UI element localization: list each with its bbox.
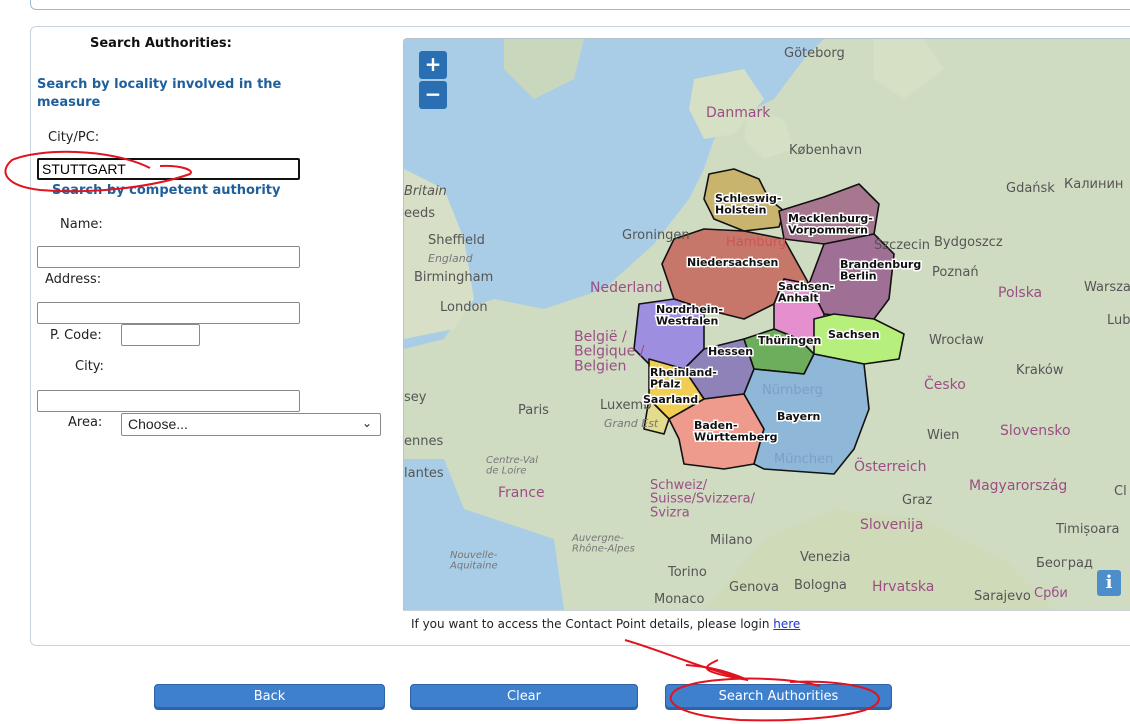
name-label: Name: bbox=[60, 217, 103, 232]
label-danmark: Danmark bbox=[706, 105, 771, 121]
label-hrvatska: Hrvatska bbox=[872, 579, 934, 595]
address-input[interactable] bbox=[37, 302, 300, 324]
section-locality-title: Search by locality involved in the measu… bbox=[37, 77, 282, 110]
label-groningen: Groningen bbox=[622, 228, 690, 243]
zoom-out-button[interactable]: − bbox=[419, 81, 447, 109]
pcode-label: P. Code: bbox=[50, 328, 102, 343]
label-srbija: Срби bbox=[1034, 586, 1068, 601]
label-goteborg: Göteborg bbox=[784, 46, 845, 61]
label-lublin: Lubl bbox=[1107, 313, 1130, 328]
label-milano: Milano bbox=[710, 533, 753, 548]
label-osterreich: Österreich bbox=[854, 457, 926, 475]
label-poznan: Poznań bbox=[932, 265, 979, 280]
map-footer-text: If you want to access the Contact Point … bbox=[411, 617, 774, 631]
label-nederland: Nederland bbox=[590, 280, 663, 296]
label-sheffield: Sheffield bbox=[428, 233, 485, 248]
label-cesko: Česko bbox=[924, 375, 966, 393]
state-label-ni: Niedersachsen bbox=[687, 256, 778, 269]
city-label: City: bbox=[75, 359, 104, 374]
label-nurnberg: Nürnberg bbox=[762, 383, 823, 398]
city-pc-label: City/PC: bbox=[48, 130, 100, 145]
label-kobenhavn: København bbox=[789, 143, 862, 158]
state-label-sn: Sachsen bbox=[828, 328, 880, 341]
clear-button[interactable]: Clear bbox=[410, 684, 638, 710]
city-pc-input[interactable] bbox=[37, 158, 300, 180]
label-munchen: München bbox=[774, 452, 833, 467]
zoom-in-button[interactable]: + bbox=[419, 51, 447, 79]
label-hamburg: Hamburg bbox=[726, 235, 786, 250]
label-polska: Polska bbox=[998, 285, 1042, 301]
label-beograd: Београд bbox=[1036, 556, 1093, 571]
state-label-he: Hessen bbox=[708, 345, 753, 358]
login-link[interactable]: here bbox=[773, 617, 800, 631]
label-leeds: eeds bbox=[404, 206, 435, 221]
city-input[interactable] bbox=[37, 390, 300, 412]
label-slovenija: Slovenija bbox=[860, 517, 923, 533]
form-title: Search Authorities: bbox=[90, 36, 232, 51]
authority-map[interactable]: Göteborg Danmark København Gdańsk Калини… bbox=[403, 38, 1130, 611]
area-select-value: Choose... bbox=[128, 416, 188, 432]
label-grand-est: Grand Est bbox=[604, 417, 659, 430]
info-icon[interactable]: i bbox=[1097, 570, 1121, 596]
label-kaliningrad: Калинин bbox=[1064, 177, 1123, 192]
label-birmingham: Birmingham bbox=[414, 270, 493, 285]
label-france: France bbox=[498, 485, 545, 501]
map-footer: If you want to access the Contact Point … bbox=[403, 610, 1130, 636]
label-krakow: Kraków bbox=[1016, 363, 1064, 378]
label-bydgoszcz: Bydgoszcz bbox=[934, 235, 1003, 250]
label-venezia: Venezia bbox=[800, 550, 851, 565]
label-rennes: ennes bbox=[404, 434, 443, 449]
state-label-sl: Saarland bbox=[643, 393, 698, 406]
label-warszawa: Warsza bbox=[1084, 280, 1130, 295]
label-london: London bbox=[440, 300, 488, 315]
pcode-input[interactable] bbox=[121, 324, 200, 346]
label-paris: Paris bbox=[518, 403, 549, 418]
label-britain: Britain bbox=[404, 184, 447, 199]
back-button[interactable]: Back bbox=[154, 684, 385, 710]
state-label-by: Bayern bbox=[777, 410, 820, 423]
label-wroclaw: Wrocław bbox=[929, 333, 984, 348]
label-graz: Graz bbox=[902, 493, 932, 508]
state-label-mv: Mecklenburg-Vorpommern bbox=[788, 212, 873, 237]
label-slovensko: Slovensko bbox=[1000, 423, 1071, 439]
state-label-nw: Nordrhein-Westfalen bbox=[656, 303, 723, 328]
address-label: Address: bbox=[45, 272, 102, 287]
label-genova: Genova bbox=[729, 580, 779, 595]
state-label-th: Thüringen bbox=[758, 334, 821, 347]
label-sarajevo: Sarajevo bbox=[974, 589, 1031, 604]
label-gdansk: Gdańsk bbox=[1006, 181, 1055, 196]
name-input[interactable] bbox=[37, 246, 300, 268]
label-sey: sey bbox=[404, 390, 427, 405]
label-monaco: Monaco bbox=[654, 592, 705, 607]
section-authority-title: Search by competent authority bbox=[52, 183, 281, 198]
label-nantes: lantes bbox=[404, 466, 444, 481]
area-select[interactable]: Choose... ⌄ bbox=[121, 413, 381, 436]
area-label: Area: bbox=[68, 415, 103, 430]
label-england: England bbox=[428, 252, 474, 265]
label-nouvelle: Nouvelle-Aquitaine bbox=[449, 550, 498, 572]
map-canvas: Göteborg Danmark København Gdańsk Калини… bbox=[404, 39, 1130, 610]
label-timisoara: Timișoara bbox=[1055, 522, 1119, 537]
search-authorities-button[interactable]: Search Authorities bbox=[665, 684, 892, 710]
chevron-down-icon: ⌄ bbox=[361, 416, 372, 430]
annotation-arrow-line bbox=[624, 639, 749, 681]
label-torino: Torino bbox=[667, 565, 707, 580]
label-wien: Wien bbox=[927, 428, 959, 443]
map-land bbox=[404, 39, 1130, 610]
top-panel-edge bbox=[30, 0, 1130, 10]
label-szczecin: Szczecin bbox=[874, 238, 930, 253]
label-magyarorszag: Magyarország bbox=[969, 478, 1067, 494]
label-bologna: Bologna bbox=[794, 578, 847, 593]
label-cl: Cl bbox=[1114, 484, 1127, 499]
annotation-arrow-head bbox=[685, 659, 749, 681]
